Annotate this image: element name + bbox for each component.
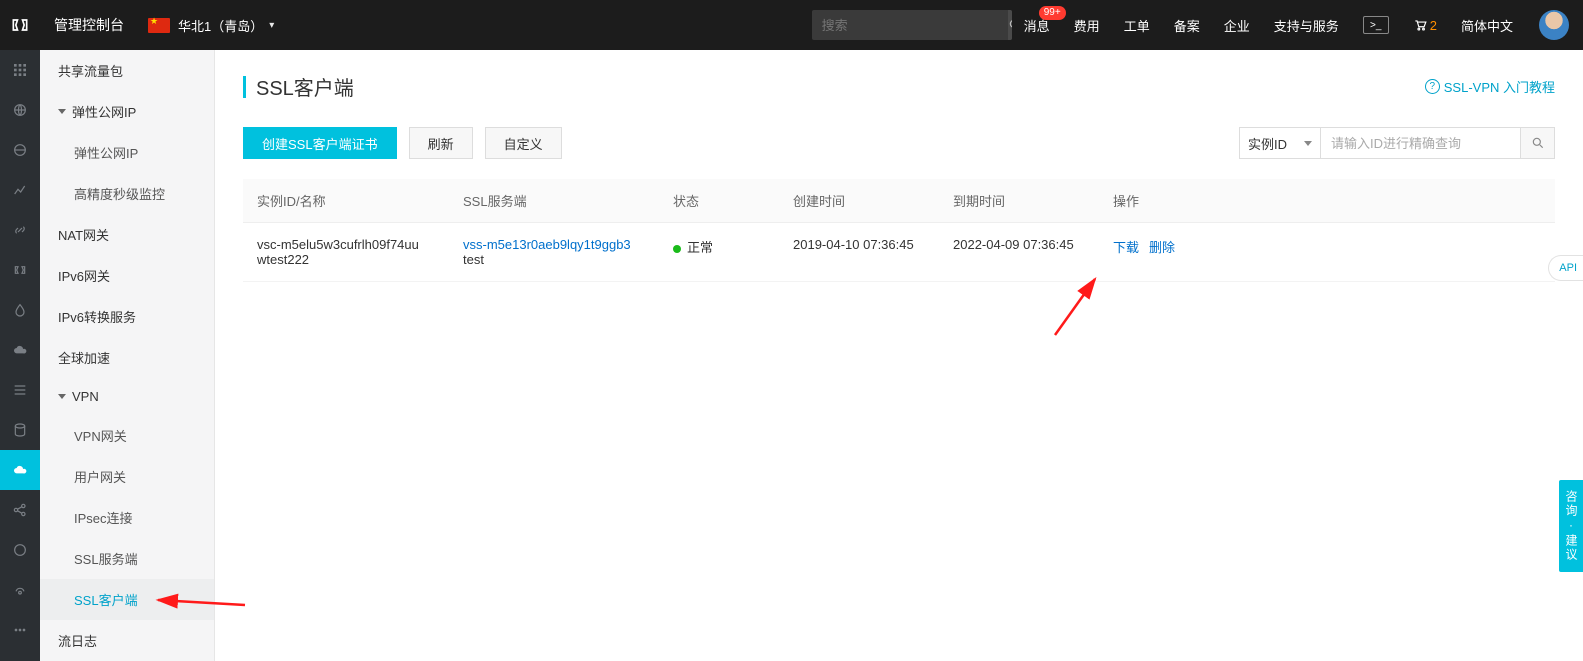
rail-link-icon[interactable]	[0, 210, 40, 250]
filter-input[interactable]	[1321, 127, 1521, 159]
page-header: SSL客户端 ? SSL-VPN 入门教程	[243, 72, 1555, 101]
ssl-server-link[interactable]: vss-m5e13r0aeb9lqy1t9ggb3	[463, 237, 653, 252]
rail-drop-icon[interactable]	[0, 290, 40, 330]
cell-create-time: 2019-04-10 07:36:45	[783, 223, 943, 282]
rail-apps-icon[interactable]	[0, 50, 40, 90]
sidebar-item-shared-flow[interactable]: 共享流量包	[40, 50, 214, 91]
filter-search-button[interactable]	[1521, 127, 1555, 159]
table-header-row: 实例ID/名称 SSL服务端 状态 创建时间 到期时间 操作	[243, 179, 1555, 223]
sidebar-item-nat[interactable]: NAT网关	[40, 214, 214, 255]
icon-rail	[0, 50, 40, 661]
ssl-server-name: test	[463, 252, 653, 267]
global-search	[812, 10, 1012, 40]
nav-messages[interactable]: 消息 99+	[1012, 0, 1062, 50]
sidebar-item-eip[interactable]: 弹性公网IP	[40, 132, 214, 173]
rail-globe-icon[interactable]	[0, 90, 40, 130]
filter-type-label: 实例ID	[1248, 134, 1287, 153]
rail-cloud-icon[interactable]	[0, 330, 40, 370]
sidebar-item-ssl-client[interactable]: SSL客户端	[40, 579, 214, 620]
sidebar-group-eip[interactable]: 弹性公网IP	[40, 91, 214, 132]
rail-globe3-icon[interactable]	[0, 530, 40, 570]
nav-support[interactable]: 支持与服务	[1262, 0, 1351, 50]
chevron-down-icon	[1304, 141, 1312, 146]
rail-bracket-icon[interactable]	[0, 250, 40, 290]
chevron-down-icon	[58, 109, 66, 114]
api-tab[interactable]: API	[1548, 255, 1583, 281]
col-id-name: 实例ID/名称	[243, 179, 453, 223]
help-link-label: SSL-VPN 入门教程	[1444, 77, 1555, 96]
help-icon: ?	[1425, 79, 1440, 94]
ssl-client-table: 实例ID/名称 SSL服务端 状态 创建时间 到期时间 操作 vsc-m5elu…	[243, 179, 1555, 282]
table-row: vsc-m5elu5w3cufrlh09f74uu wtest222 vss-m…	[243, 223, 1555, 282]
col-status: 状态	[663, 179, 783, 223]
filter-type-select[interactable]: 实例ID	[1239, 127, 1321, 159]
col-create-time: 创建时间	[783, 179, 943, 223]
region-selector[interactable]: 华北1（青岛） ▾	[138, 16, 284, 35]
rail-globe2-icon[interactable]	[0, 130, 40, 170]
refresh-button[interactable]: 刷新	[409, 127, 473, 159]
cell-status: 正常	[663, 223, 783, 282]
rail-list-icon[interactable]	[0, 370, 40, 410]
download-link[interactable]: 下载	[1113, 240, 1139, 255]
search-input[interactable]	[812, 18, 1008, 33]
rail-cloud-active-icon[interactable]	[0, 450, 40, 490]
sidebar-item-global-accel[interactable]: 全球加速	[40, 337, 214, 378]
create-button[interactable]: 创建SSL客户端证书	[243, 127, 397, 159]
top-header: 管理控制台 华北1（青岛） ▾ 消息 99+ 费用 工单 备案 企业 支持与服务…	[0, 0, 1583, 50]
rail-misc-icon[interactable]	[0, 570, 40, 610]
rail-chart-icon[interactable]	[0, 170, 40, 210]
customize-button[interactable]: 自定义	[485, 127, 562, 159]
col-ssl-server: SSL服务端	[453, 179, 663, 223]
sidebar-item-flow-log[interactable]: 流日志	[40, 620, 214, 661]
flag-icon	[148, 18, 170, 33]
sidebar-item-ipv6trans[interactable]: IPv6转换服务	[40, 296, 214, 337]
toolbar: 创建SSL客户端证书 刷新 自定义 实例ID	[243, 127, 1555, 159]
sidebar-item-ipsec[interactable]: IPsec连接	[40, 497, 214, 538]
console-label[interactable]: 管理控制台	[40, 15, 138, 35]
instance-id: vsc-m5elu5w3cufrlh09f74uu	[257, 237, 443, 252]
product-sidebar: 共享流量包 弹性公网IP 弹性公网IP 高精度秒级监控 NAT网关 IPv6网关…	[40, 50, 215, 661]
help-link[interactable]: ? SSL-VPN 入门教程	[1425, 77, 1555, 96]
rail-share-icon[interactable]	[0, 490, 40, 530]
nav-enterprise[interactable]: 企业	[1212, 0, 1262, 50]
sidebar-group-label: 弹性公网IP	[72, 102, 136, 121]
region-name: 华北1（青岛）	[178, 16, 263, 35]
cell-expire-time: 2022-04-09 07:36:45	[943, 223, 1103, 282]
nav-cart[interactable]: 2	[1401, 0, 1449, 50]
sidebar-item-user-gw[interactable]: 用户网关	[40, 456, 214, 497]
status-text: 正常	[687, 240, 713, 255]
sidebar-item-ipv6gw[interactable]: IPv6网关	[40, 255, 214, 296]
sidebar-item-ssl-server[interactable]: SSL服务端	[40, 538, 214, 579]
col-ops: 操作	[1103, 179, 1555, 223]
status-dot-icon	[673, 245, 681, 253]
nav-cloud-shell[interactable]: >_	[1351, 0, 1401, 50]
cell-ops: 下载删除	[1103, 223, 1555, 282]
brand-logo[interactable]	[0, 0, 40, 50]
instance-name: wtest222	[257, 252, 443, 267]
title-accent-bar	[243, 76, 246, 98]
cart-count: 2	[1430, 18, 1437, 33]
avatar[interactable]	[1539, 10, 1569, 40]
cell-id-name: vsc-m5elu5w3cufrlh09f74uu wtest222	[243, 223, 453, 282]
sidebar-item-vpn-gw[interactable]: VPN网关	[40, 415, 214, 456]
page-title: SSL客户端	[256, 72, 1425, 101]
chevron-down-icon	[58, 394, 66, 399]
sidebar-group-vpn[interactable]: VPN	[40, 378, 214, 415]
nav-ticket[interactable]: 工单	[1112, 0, 1162, 50]
nav-language[interactable]: 简体中文	[1449, 0, 1525, 50]
nav-beian[interactable]: 备案	[1162, 0, 1212, 50]
terminal-icon: >_	[1363, 16, 1389, 34]
sidebar-item-hp-monitor[interactable]: 高精度秒级监控	[40, 173, 214, 214]
rail-db-icon[interactable]	[0, 410, 40, 450]
cell-ssl-server: vss-m5e13r0aeb9lqy1t9ggb3 test	[453, 223, 663, 282]
chevron-down-icon: ▾	[269, 20, 274, 31]
col-expire-time: 到期时间	[943, 179, 1103, 223]
main-content: SSL客户端 ? SSL-VPN 入门教程 创建SSL客户端证书 刷新 自定义 …	[215, 50, 1583, 661]
sidebar-group-label: VPN	[72, 389, 99, 404]
nav-billing[interactable]: 费用	[1062, 0, 1112, 50]
delete-link[interactable]: 删除	[1149, 240, 1175, 255]
rail-more-icon[interactable]	[0, 610, 40, 650]
feedback-tab[interactable]: 咨询·建议	[1559, 480, 1583, 572]
